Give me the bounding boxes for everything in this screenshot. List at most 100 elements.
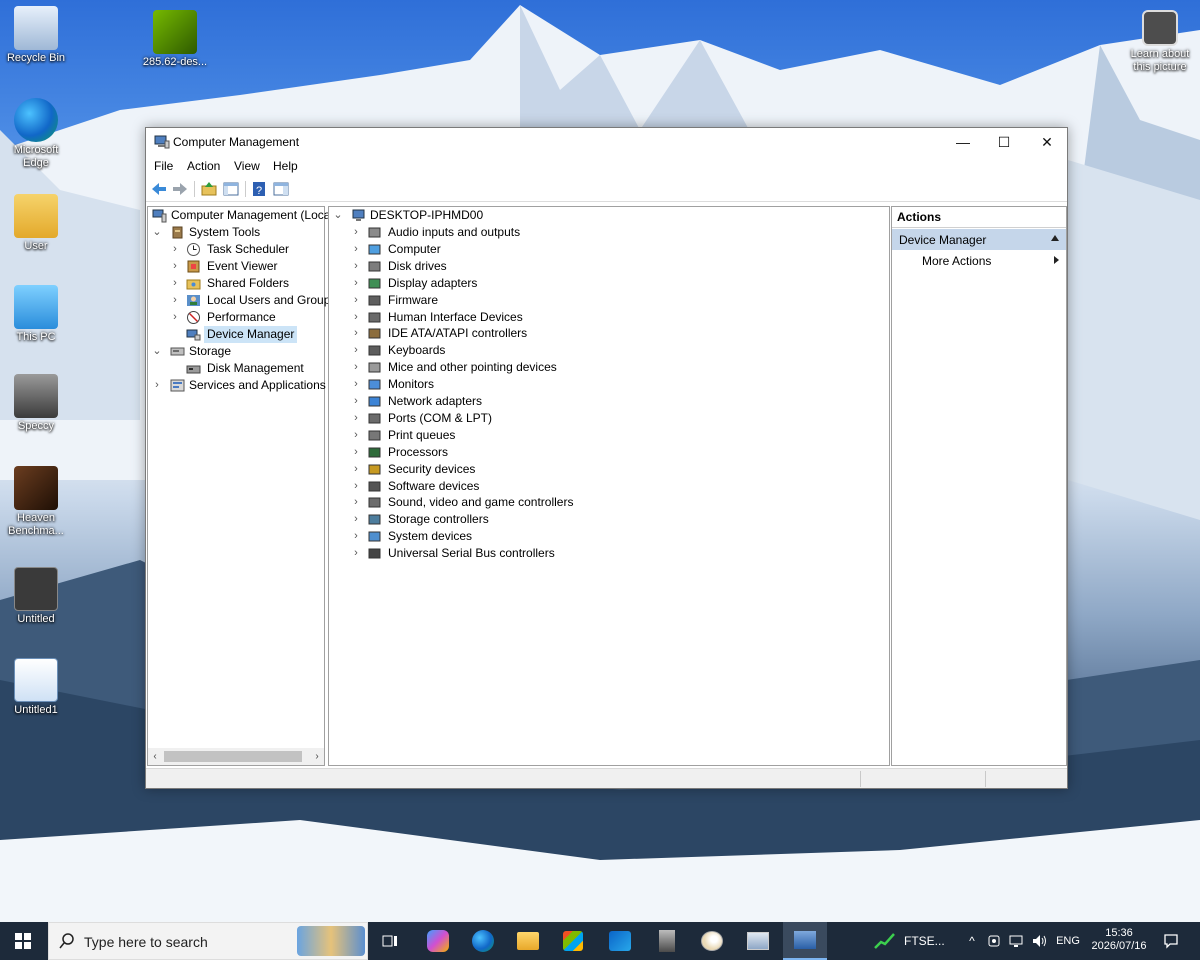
- nvidia-driver-installer-icon[interactable]: 285.62-des...: [139, 10, 211, 69]
- chevron-down-icon[interactable]: ⌄: [333, 207, 343, 224]
- scroll-left-icon[interactable]: ‹: [148, 748, 162, 765]
- chevron-right-icon[interactable]: ›: [351, 342, 361, 359]
- language-indicator[interactable]: ENG: [1053, 922, 1083, 960]
- chevron-right-icon[interactable]: ›: [351, 528, 361, 545]
- volume-tray-icon[interactable]: [1029, 922, 1051, 960]
- show-hidden-icons-button[interactable]: ^: [963, 922, 981, 960]
- chevron-right-icon[interactable]: ›: [351, 545, 361, 562]
- more-actions-link[interactable]: More Actions: [922, 254, 991, 268]
- close-button[interactable]: ✕: [1025, 128, 1069, 156]
- chevron-right-icon[interactable]: ›: [351, 359, 361, 376]
- computer-management-icon: [152, 209, 167, 223]
- title-bar[interactable]: Computer Management — ☐ ✕: [146, 128, 1067, 156]
- task-view-button[interactable]: [372, 922, 408, 960]
- collapse-up-icon[interactable]: [1051, 235, 1059, 241]
- paint-taskbar-button[interactable]: [692, 922, 732, 960]
- chevron-right-icon[interactable]: ›: [170, 275, 180, 292]
- speccy-icon[interactable]: Speccy: [0, 374, 72, 433]
- menu-action[interactable]: Action: [187, 159, 220, 173]
- untitled1-file-icon[interactable]: Untitled1: [0, 658, 72, 717]
- chevron-right-icon[interactable]: ›: [351, 224, 361, 241]
- forward-arrow-icon[interactable]: [171, 180, 189, 198]
- chevron-right-icon[interactable]: ›: [351, 511, 361, 528]
- chevron-right-icon[interactable]: ›: [170, 292, 180, 309]
- recycle-bin-icon[interactable]: Recycle Bin: [0, 6, 72, 65]
- chevron-right-icon[interactable]: ›: [351, 309, 361, 326]
- start-button[interactable]: [0, 922, 46, 960]
- menu-view[interactable]: View: [234, 159, 260, 173]
- maximize-button[interactable]: ☐: [982, 128, 1026, 156]
- scroll-right-icon[interactable]: ›: [310, 748, 324, 765]
- chevron-right-icon[interactable]: ›: [351, 325, 361, 342]
- show-hide-console-tree-icon[interactable]: [222, 180, 240, 198]
- store-icon: [563, 931, 583, 951]
- stock-chart-icon: [874, 933, 895, 949]
- chevron-right-icon[interactable]: ›: [351, 376, 361, 393]
- chevron-right-icon[interactable]: ›: [351, 292, 361, 309]
- clock-icon: [187, 243, 200, 256]
- chevron-right-icon[interactable]: ›: [351, 444, 361, 461]
- actions-section-device-manager[interactable]: Device Manager: [892, 229, 1066, 250]
- menu-help[interactable]: Help: [273, 159, 298, 173]
- user-folder-icon[interactable]: User: [0, 194, 72, 253]
- notifications-button[interactable]: [1156, 922, 1186, 960]
- chevron-right-icon[interactable]: ›: [351, 275, 361, 292]
- toolbar-separator: [194, 181, 195, 197]
- monitor-icon: [368, 379, 381, 390]
- menu-bar: File Action View Help: [146, 156, 1067, 176]
- toolbar: ?: [146, 176, 1067, 202]
- chevron-down-icon[interactable]: ⌄: [152, 224, 162, 241]
- chevron-right-icon[interactable]: ›: [351, 258, 361, 275]
- show-hide-action-pane-icon[interactable]: [272, 180, 290, 198]
- chevron-right-icon[interactable]: ›: [351, 461, 361, 478]
- this-pc-icon[interactable]: This PC: [0, 285, 72, 344]
- keyboard-icon: [368, 345, 381, 356]
- chevron-right-icon[interactable]: ›: [351, 393, 361, 410]
- learn-about-picture-icon[interactable]: Learn about this picture: [1122, 10, 1198, 74]
- hid-icon: [368, 312, 381, 322]
- edge-icon[interactable]: Microsoft Edge: [0, 98, 72, 170]
- speccy-taskbar-button[interactable]: [647, 922, 687, 960]
- heaven-benchmark-icon[interactable]: Heaven Benchma...: [0, 466, 72, 538]
- horizontal-scrollbar[interactable]: ‹ ›: [148, 748, 324, 765]
- device-manager-icon: [186, 329, 201, 341]
- chevron-right-icon[interactable]: ›: [351, 427, 361, 444]
- untitled-file-icon[interactable]: Untitled: [0, 567, 72, 626]
- display-adapter-icon: [368, 278, 381, 289]
- help-icon[interactable]: ?: [250, 180, 268, 198]
- taskbar-search-box[interactable]: Type here to search: [48, 922, 368, 960]
- copilot-taskbar-button[interactable]: [418, 922, 458, 960]
- back-arrow-icon[interactable]: [150, 180, 168, 198]
- outlook-taskbar-button[interactable]: [600, 922, 640, 960]
- computer-icon: [352, 209, 365, 221]
- scroll-thumb[interactable]: [164, 751, 302, 762]
- chevron-right-icon[interactable]: ›: [170, 258, 180, 275]
- system-tools-icon: [172, 226, 183, 239]
- chevron-right-icon[interactable]: ›: [351, 410, 361, 427]
- device-tree-pane: ⌄ DESKTOP-IPHMD00 › Audio inputs and outp…: [328, 206, 890, 766]
- chevron-right-icon[interactable]: ›: [152, 377, 162, 394]
- chevron-right-icon[interactable]: ›: [351, 241, 361, 258]
- minimize-button[interactable]: —: [941, 128, 985, 156]
- security-device-icon: [368, 464, 381, 475]
- file-explorer-taskbar-button[interactable]: [508, 922, 548, 960]
- camera-tray-icon[interactable]: [984, 922, 1004, 960]
- firmware-icon: [368, 295, 381, 306]
- edge-taskbar-button[interactable]: [463, 922, 503, 960]
- processor-icon: [368, 447, 381, 458]
- menu-file[interactable]: File: [154, 159, 173, 173]
- up-folder-icon[interactable]: [200, 180, 218, 198]
- network-tray-icon[interactable]: [1006, 922, 1026, 960]
- chevron-right-icon[interactable]: ›: [170, 309, 180, 326]
- chevron-right-icon[interactable]: ›: [351, 494, 361, 511]
- chevron-down-icon[interactable]: ⌄: [152, 343, 162, 360]
- clock[interactable]: 15:36 2026/07/16: [1086, 927, 1152, 953]
- computer-management-taskbar-button[interactable]: [783, 922, 827, 960]
- chevron-right-icon[interactable]: ›: [170, 241, 180, 258]
- stock-widget[interactable]: FTSE...: [874, 922, 948, 960]
- store-taskbar-button[interactable]: [553, 922, 593, 960]
- app-taskbar-button[interactable]: [738, 922, 778, 960]
- chevron-right-icon[interactable]: ›: [351, 478, 361, 495]
- clock-date: 2026/07/16: [1091, 940, 1147, 952]
- ide-controller-icon: [368, 328, 381, 339]
